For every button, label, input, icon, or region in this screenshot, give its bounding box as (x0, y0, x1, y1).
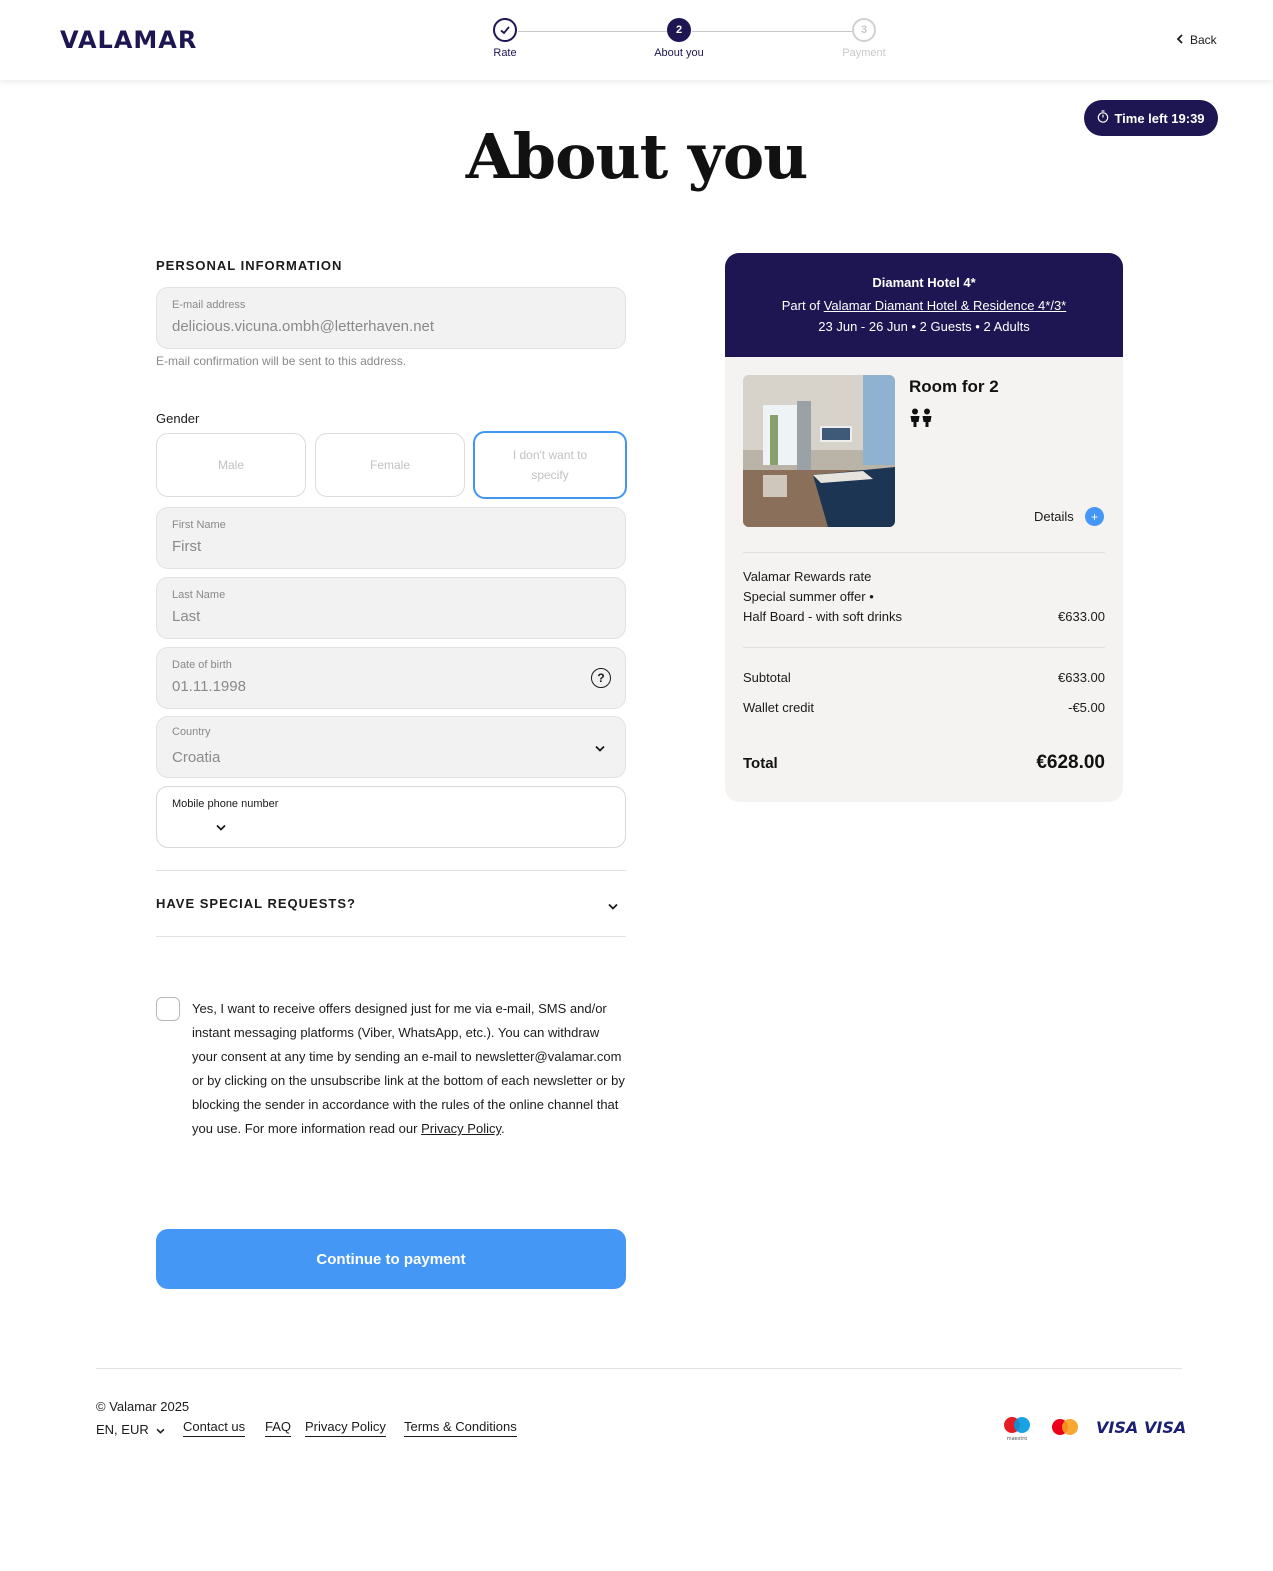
email-label: E-mail address (172, 299, 246, 311)
copyright: © Valamar 2025 (96, 1399, 190, 1414)
step-rate[interactable]: Rate (465, 18, 545, 59)
country-value: Croatia (172, 749, 221, 766)
gender-female-option[interactable]: Female (315, 433, 465, 497)
rate-line: Half Board - with soft drinks (743, 609, 902, 624)
consent-end: . (501, 1121, 505, 1136)
dob-label: Date of birth (172, 659, 232, 671)
language-currency-label: EN, EUR (96, 1422, 149, 1437)
divider (743, 552, 1105, 553)
gender-male-option[interactable]: Male (156, 433, 306, 497)
step-about-you: 2 About you (639, 18, 719, 59)
last-name-placeholder: Last (172, 608, 201, 625)
country-label: Country (172, 726, 211, 738)
email-field[interactable]: E-mail address delicious.vicuna.ombh@let… (156, 287, 626, 349)
step-payment: 3 Payment (824, 18, 904, 59)
email-hint: E-mail confirmation will be sent to this… (156, 354, 407, 368)
footer-divider (96, 1368, 1182, 1369)
phone-label: Mobile phone number (172, 798, 279, 810)
special-requests-toggle[interactable]: HAVE SPECIAL REQUESTS? (156, 896, 626, 911)
date-of-birth-field[interactable]: Date of birth 01.11.1998 ? (156, 647, 626, 709)
part-of-prefix: Part of (781, 298, 824, 313)
visa-icon: VISA (1096, 1418, 1139, 1437)
room-title: Room for 2 (909, 377, 999, 396)
rate-price: €633.00 (1058, 609, 1105, 624)
stay-details: 23 Jun - 26 Jun • 2 Guests • 2 Adults (818, 319, 1030, 334)
footer-link-faq[interactable]: FAQ (265, 1419, 292, 1437)
last-name-field[interactable]: Last Name Last (156, 577, 626, 639)
marketing-consent-checkbox[interactable] (156, 997, 180, 1021)
continue-to-payment-button[interactable]: Continue to payment (156, 1229, 626, 1289)
country-code-chevron-icon[interactable] (216, 820, 226, 834)
step-number: 3 (852, 18, 876, 42)
booking-stepper: Rate 2 About you 3 Payment (480, 18, 900, 68)
consent-body: Yes, I want to receive offers designed j… (192, 1001, 625, 1136)
plus-icon[interactable]: + (1085, 507, 1104, 526)
two-guests-icon (909, 408, 933, 433)
gender-label: Gender (156, 411, 200, 426)
total-value: €628.00 (1036, 752, 1105, 773)
section-title: PERSONAL INFORMATION (156, 258, 343, 273)
privacy-policy-link[interactable]: Privacy Policy (421, 1121, 501, 1136)
footer-link-contact[interactable]: Contact us (183, 1419, 246, 1437)
rate-line: Valamar Rewards rate (743, 569, 872, 584)
gender-unspecified-option[interactable]: I don't want to specify (473, 431, 627, 499)
step-number: 2 (667, 18, 691, 42)
chevron-down-icon (608, 899, 618, 913)
step-label: Rate (493, 47, 517, 59)
chevron-down-icon (595, 741, 605, 755)
wallet-credit-label: Wallet credit (743, 700, 815, 715)
first-name-field[interactable]: First Name First (156, 507, 626, 569)
back-button[interactable]: Back (1176, 33, 1217, 47)
special-requests-label: HAVE SPECIAL REQUESTS? (156, 896, 356, 911)
subtotal-value: €633.00 (1058, 670, 1105, 685)
country-select[interactable]: Country Croatia (156, 716, 626, 778)
mobile-phone-field[interactable]: Mobile phone number (156, 786, 626, 848)
first-name-label: First Name (172, 519, 226, 531)
email-value: delicious.vicuna.ombh@letterhaven.net (172, 318, 435, 335)
parent-hotel-link[interactable]: Valamar Diamant Hotel & Residence 4*/3* (824, 298, 1067, 313)
dob-placeholder: 01.11.1998 (172, 678, 246, 695)
divider (743, 647, 1105, 648)
rate-line: Special summer offer • (743, 589, 874, 604)
footer-link-terms[interactable]: Terms & Conditions (404, 1419, 517, 1437)
hotel-name: Diamant Hotel 4* (872, 275, 976, 290)
part-of-line: Part of Valamar Diamant Hotel & Residenc… (725, 298, 1123, 313)
page-title: About you (465, 120, 809, 193)
back-label: Back (1190, 33, 1217, 47)
booking-summary-card: Diamant Hotel 4* Part of Valamar Diamant… (725, 253, 1123, 802)
step-label: Payment (842, 47, 886, 59)
room-photo (743, 375, 895, 527)
language-currency-selector[interactable]: EN, EUR (96, 1422, 165, 1437)
check-icon (493, 18, 517, 42)
divider (156, 870, 626, 871)
wallet-credit-value: -€5.00 (1068, 700, 1105, 715)
details-link[interactable]: Details (1034, 509, 1074, 524)
consent-text: Yes, I want to receive offers designed j… (192, 997, 628, 1141)
visa-electron-icon: VISA (1144, 1418, 1187, 1437)
step-label: About you (654, 47, 704, 59)
total-label: Total (743, 755, 778, 772)
subtotal-label: Subtotal (743, 670, 791, 685)
chevron-down-icon (156, 1422, 165, 1437)
site-header: VALAMAR Rate 2 About you 3 Payment Back (0, 0, 1273, 80)
mastercard-icon (1050, 1414, 1080, 1442)
maestro-wordmark: maestro (1007, 1436, 1028, 1442)
first-name-placeholder: First (172, 538, 202, 555)
footer-link-privacy[interactable]: Privacy Policy (305, 1419, 386, 1437)
last-name-label: Last Name (172, 589, 226, 601)
divider (156, 936, 626, 937)
valamar-logo[interactable]: VALAMAR (60, 26, 197, 54)
chevron-left-icon (1176, 33, 1184, 47)
maestro-icon: maestro (1002, 1414, 1032, 1442)
help-icon[interactable]: ? (591, 668, 611, 688)
summary-header: Diamant Hotel 4* Part of Valamar Diamant… (725, 253, 1123, 357)
